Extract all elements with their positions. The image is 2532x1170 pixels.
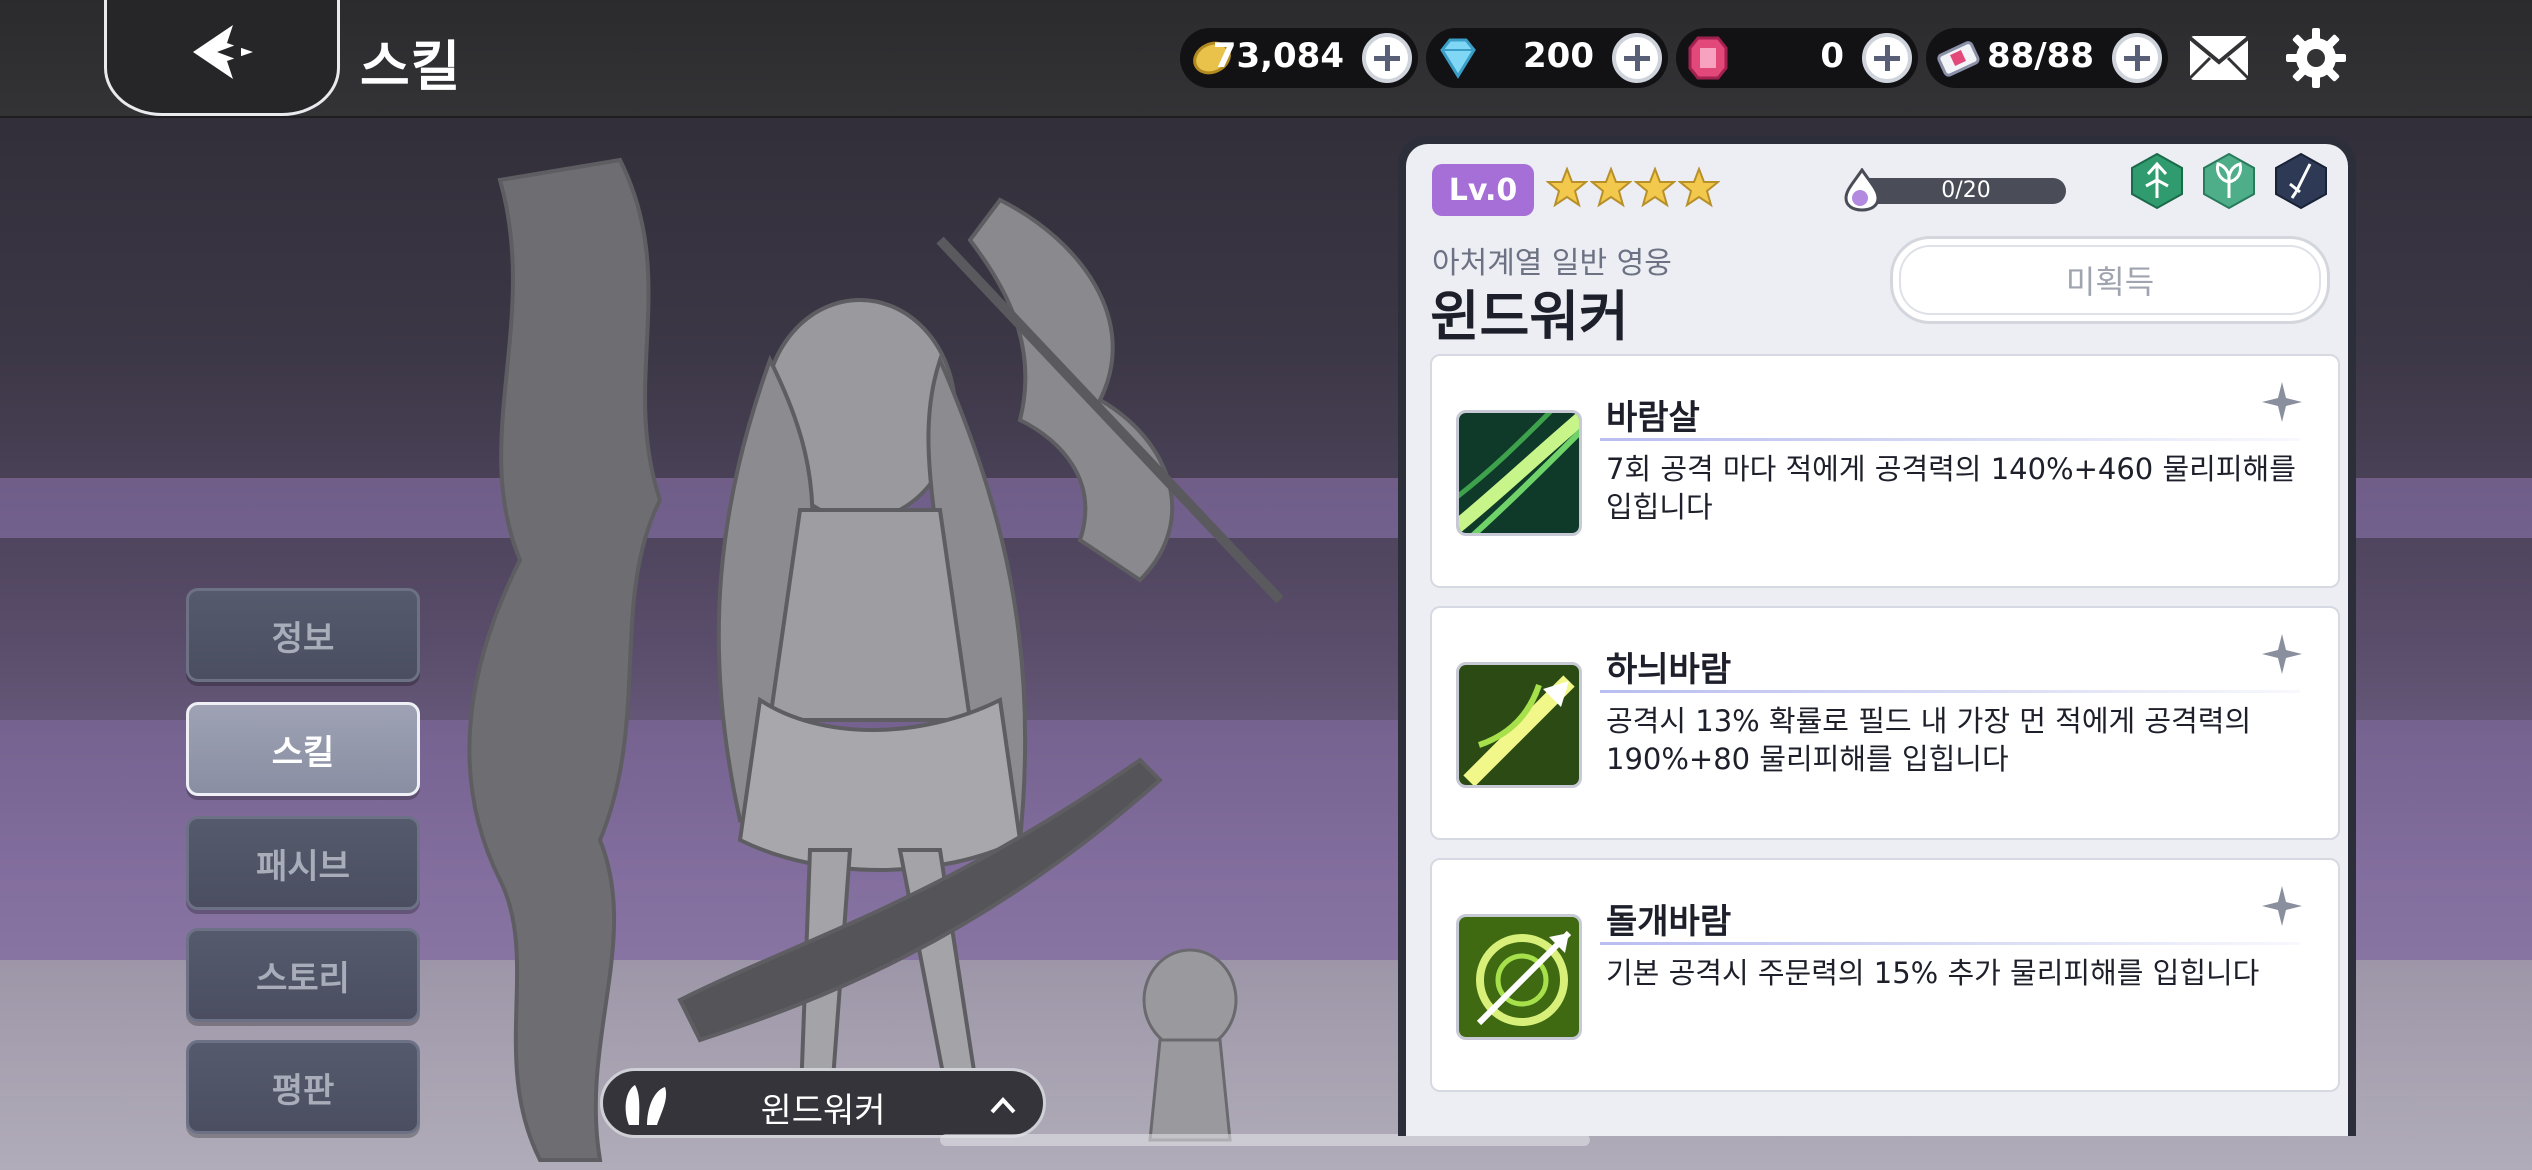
add-ruby-button[interactable] (1862, 33, 1912, 83)
skill-card[interactable]: 하늬바람 공격시 13% 확률로 필드 내 가장 먼 적에게 공격력의 190%… (1430, 606, 2340, 840)
selected-character-name: 윈드워커 (760, 1091, 886, 1131)
skill-panel-body: Lv.0 0/20 아처계열 일반 영웅 윈드워커 미획득 바람살 7회 공격 … (1406, 144, 2348, 1136)
skill-divider (1600, 438, 2300, 441)
sword-role-icon (2275, 152, 2327, 210)
ruby-gem-icon (1688, 36, 1728, 80)
tab-label: 정보 (271, 618, 335, 659)
gold-value: 73,084 (1212, 36, 1344, 76)
tab-label: 스토리 (256, 958, 350, 999)
west-wind-skill-icon (1456, 662, 1582, 788)
star-icon (1590, 166, 1632, 208)
currency-ruby: 0 (1676, 28, 1918, 88)
experience-value: 0/20 (1941, 178, 1991, 203)
skill-name: 하늬바람 (1606, 650, 1732, 690)
skill-divider (1600, 942, 2300, 945)
currency-diamond: 200 (1426, 28, 1668, 88)
chevron-up-icon (990, 1097, 1016, 1114)
ticket-icon (1937, 41, 1980, 77)
top-bar: 스킬 73,084 200 0 88/88 (0, 0, 2532, 118)
skill-name: 돌개바람 (1606, 902, 1732, 942)
page-title: 스킬 (360, 35, 462, 98)
archer-class-icon (2131, 152, 2183, 210)
skill-name: 바람살 (1606, 398, 1700, 438)
skill-description: 공격시 13% 확률로 필드 내 가장 먼 적에게 공격력의 190%+80 물… (1606, 704, 2252, 776)
wind-arrow-skill-icon (1456, 410, 1582, 536)
character-selector[interactable]: 윈드워커 (600, 1068, 1046, 1138)
add-stamina-button[interactable] (2112, 33, 2162, 83)
back-button[interactable] (104, 0, 340, 116)
star-icon (1634, 166, 1676, 208)
skill-card[interactable]: 바람살 7회 공격 마다 적에게 공격력의 140%+460 물리피해를 입힙니… (1430, 354, 2340, 588)
sparkle-icon (2262, 634, 2302, 674)
back-arrow-icon (193, 24, 253, 79)
sparkle-icon (2262, 886, 2302, 926)
ruby-value: 0 (1820, 36, 1844, 76)
tab-skill[interactable]: 스킬 (186, 702, 420, 796)
skill-description: 기본 공격시 주문력의 15% 추가 물리피해를 입힙니다 (1606, 956, 2260, 990)
experience-bar: 0/20 (1842, 168, 2068, 212)
tab-reputation[interactable]: 평판 (186, 1040, 420, 1134)
mail-icon[interactable] (2186, 30, 2252, 86)
acquire-status-label: 미획득 (2065, 263, 2155, 301)
tab-passive[interactable]: 패시브 (186, 816, 420, 910)
skill-description: 7회 공격 마다 적에게 공격력의 140%+460 물리피해를 입힙니다 (1606, 452, 2296, 524)
currency-stamina: 88/88 (1926, 28, 2168, 88)
tab-info[interactable]: 정보 (186, 588, 420, 682)
level-badge: Lv.0 (1432, 164, 1534, 216)
skill-divider (1600, 690, 2300, 693)
skill-panel: Lv.0 0/20 아처계열 일반 영웅 윈드워커 미획득 바람살 7회 공격 … (1398, 136, 2356, 1136)
tab-label: 패시브 (256, 846, 350, 887)
currency-gold: 73,084 (1180, 28, 1418, 88)
hero-name: 윈드워커 (1430, 285, 1629, 348)
tab-label: 평판 (271, 1070, 335, 1111)
gear-icon[interactable] (2284, 26, 2348, 90)
skill-card[interactable]: 돌개바람 기본 공격시 주문력의 15% 추가 물리피해를 입힙니다 (1430, 858, 2340, 1092)
add-diamond-button[interactable] (1612, 33, 1662, 83)
whirlwind-skill-icon (1456, 914, 1582, 1040)
tab-story[interactable]: 스토리 (186, 928, 420, 1022)
sparkle-icon (2262, 382, 2302, 422)
star-rating (1546, 166, 1720, 208)
tab-label: 스킬 (271, 732, 335, 773)
stamina-value: 88/88 (1986, 36, 2094, 76)
star-icon (1678, 166, 1720, 208)
character-illustration (467, 157, 1284, 1162)
diamond-icon (1440, 38, 1476, 79)
diamond-value: 200 (1523, 36, 1594, 76)
add-gold-button[interactable] (1362, 33, 1412, 83)
nature-element-icon (2203, 152, 2255, 210)
acquire-status-button[interactable]: 미획득 (1890, 236, 2330, 324)
star-icon (1546, 166, 1588, 208)
